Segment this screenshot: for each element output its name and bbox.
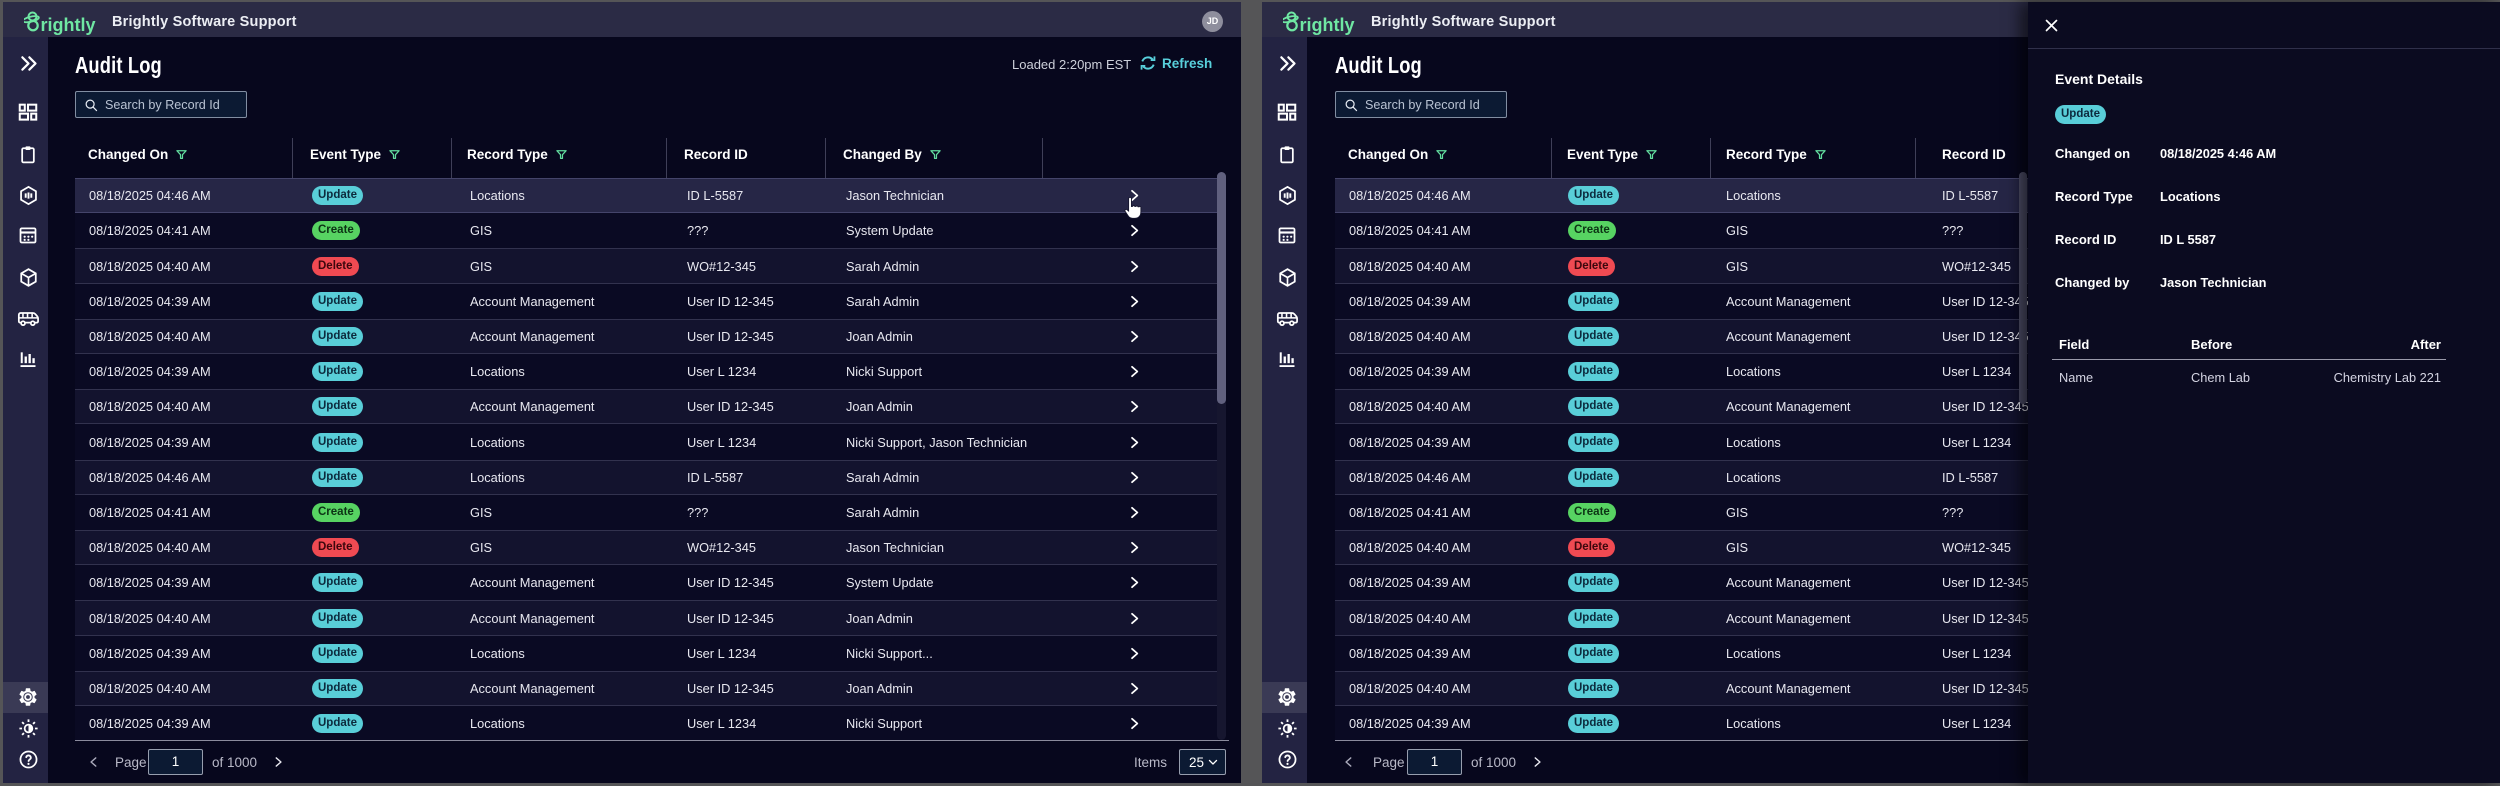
svg-text:rightly: rightly [41, 15, 96, 35]
svg-text:rightly: rightly [1300, 15, 1355, 35]
